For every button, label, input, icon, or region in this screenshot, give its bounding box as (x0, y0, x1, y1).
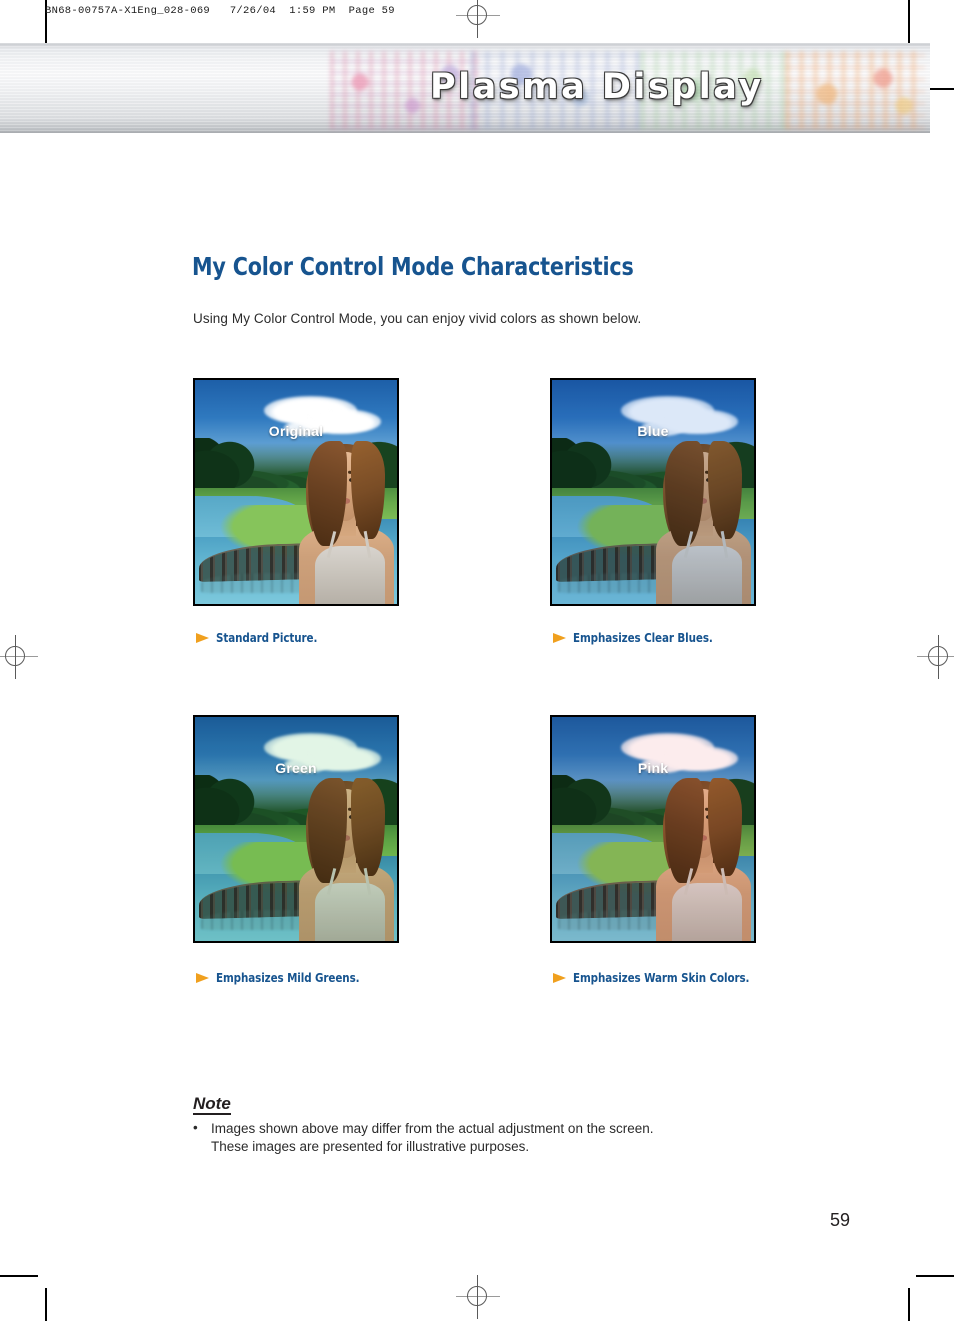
golf-course-scene (195, 717, 397, 941)
arrow-bullet-icon (553, 632, 566, 643)
crop-mark-bottom-left-horizontal (0, 1275, 38, 1277)
woman-figure (645, 771, 754, 941)
registration-mark-left (0, 635, 38, 679)
caption-text: Standard Picture. (216, 630, 318, 645)
note-heading: Note (193, 1094, 231, 1115)
banner-circuit-motif-orange (785, 51, 925, 129)
page-title: My Color Control Mode Characteristics (192, 252, 634, 281)
crop-mark-bottom-right-vertical (908, 1288, 910, 1321)
bullet-icon: • (193, 1120, 198, 1135)
sample-label: Original (268, 422, 324, 439)
arrow-bullet-icon (196, 632, 209, 643)
crop-mark-bottom-right-horizontal (916, 1275, 954, 1277)
sample-image-original: Original (193, 378, 399, 606)
sample-label: Pink (637, 759, 669, 776)
registration-mark-top-center (456, 0, 500, 38)
note-bullet-item: • Images shown above may differ from the… (193, 1120, 654, 1156)
intro-paragraph: Using My Color Control Mode, you can enj… (193, 311, 642, 326)
banner-wordmark: Plasma Display (430, 67, 764, 108)
sample-label: Green (275, 759, 317, 776)
registration-mark-bottom-center (456, 1275, 500, 1319)
golf-course-scene (552, 717, 754, 941)
note-line: These images are presented for illustrat… (211, 1139, 530, 1155)
caption-pink: Emphasizes Warm Skin Colors. (553, 970, 765, 985)
woman-figure (645, 434, 754, 604)
crop-mark-bottom-left-vertical (45, 1288, 47, 1321)
sample-image-green: Green (193, 715, 399, 943)
caption-original: Standard Picture. (196, 630, 326, 645)
woman-figure (288, 771, 397, 941)
arrow-bullet-icon (553, 972, 566, 983)
caption-text: Emphasizes Warm Skin Colors. (573, 970, 750, 985)
golf-course-scene (552, 380, 754, 604)
note-line: Images shown above may differ from the a… (211, 1121, 654, 1136)
registration-mark-right (917, 635, 954, 679)
caption-blue: Emphasizes Clear Blues. (553, 630, 725, 645)
page-number: 59 (830, 1210, 851, 1230)
caption-text: Emphasizes Clear Blues. (573, 630, 713, 645)
woman-figure (288, 434, 397, 604)
golf-course-scene (195, 380, 397, 604)
sample-image-pink: Pink (550, 715, 756, 943)
page-banner: Plasma Display (0, 43, 930, 133)
sample-image-blue: Blue (550, 378, 756, 606)
sample-label: Blue (637, 422, 669, 439)
arrow-bullet-icon (196, 972, 209, 983)
print-job-header: BN68-00757A-X1Eng_028-069 7/26/04 1:59 P… (45, 5, 395, 17)
caption-green: Emphasizes Mild Greens. (196, 970, 372, 985)
caption-text: Emphasizes Mild Greens. (216, 970, 360, 985)
